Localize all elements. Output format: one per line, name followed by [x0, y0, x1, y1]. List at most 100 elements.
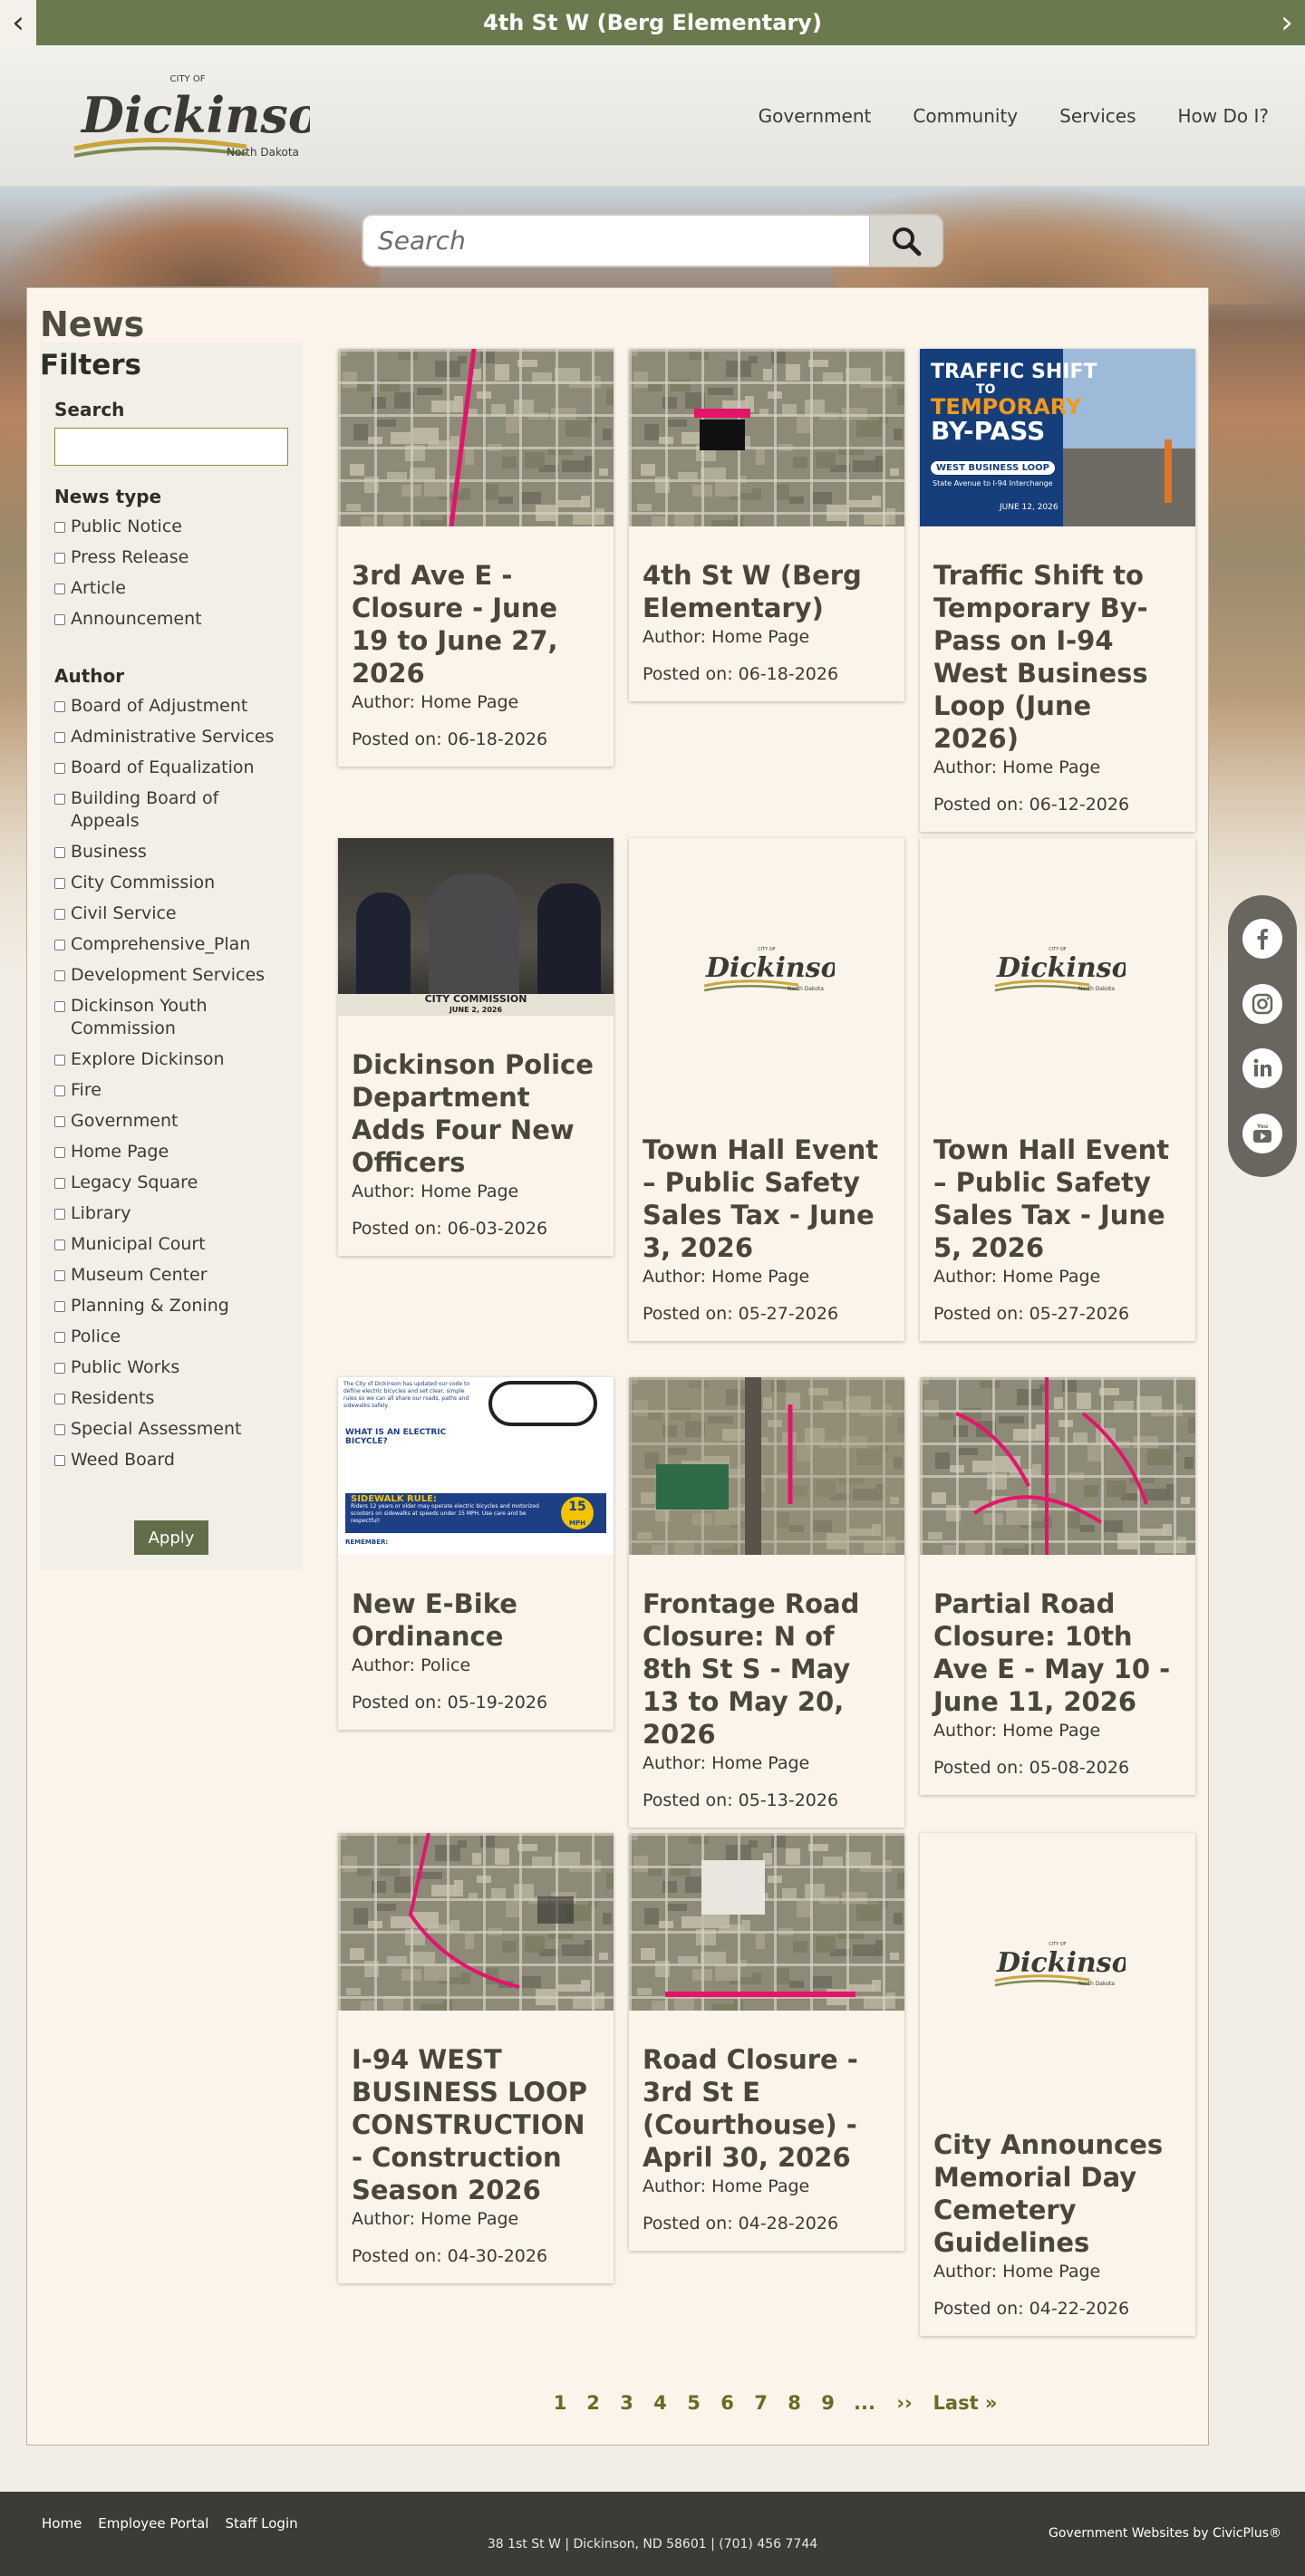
page-link-3[interactable]: 3 [610, 2392, 643, 2414]
news-type-checkbox-row[interactable]: Press Release [54, 546, 292, 569]
author-checkbox[interactable] [54, 1085, 65, 1096]
alert-prev-button[interactable]: ‹ [0, 0, 36, 45]
author-checkbox-row[interactable]: Administrative Services [54, 726, 292, 748]
page-link-9[interactable]: 9 [811, 2392, 845, 2414]
nav-services[interactable]: Services [1059, 105, 1136, 127]
author-checkbox[interactable] [54, 1147, 65, 1158]
news-card-image[interactable]: CITY OFDickinsonNorth Dakota [920, 838, 1195, 1101]
news-card-title[interactable]: Partial Road Closure: 10th Ave E - May 1… [933, 1587, 1182, 1718]
author-checkbox[interactable] [54, 1332, 65, 1343]
author-checkbox-row[interactable]: Fire [54, 1079, 292, 1102]
author-checkbox[interactable] [54, 909, 65, 920]
author-checkbox-row[interactable]: Comprehensive_Plan [54, 933, 292, 956]
author-checkbox[interactable] [54, 1301, 65, 1312]
author-checkbox-row[interactable]: Explore Dickinson [54, 1048, 292, 1071]
footer-credit-link[interactable]: Government Websites by CivicPlus® [1049, 2526, 1281, 2541]
page-link-1[interactable]: 1 [544, 2392, 576, 2414]
author-checkbox-row[interactable]: Museum Center [54, 1264, 292, 1287]
author-checkbox-row[interactable]: Building Board of Appeals [54, 787, 292, 833]
author-checkbox[interactable] [54, 1424, 65, 1435]
news-card-image[interactable] [920, 1377, 1195, 1555]
news-card-title[interactable]: Frontage Road Closure: N of 8th St S - M… [643, 1587, 891, 1751]
author-checkbox-row[interactable]: City Commission [54, 872, 292, 894]
author-checkbox[interactable] [54, 732, 65, 743]
news-card-title[interactable]: Traffic Shift to Temporary By-Pass on I-… [933, 559, 1182, 755]
author-checkbox[interactable] [54, 1116, 65, 1127]
author-checkbox[interactable] [54, 1270, 65, 1281]
news-card-title[interactable]: I-94 WEST BUSINESS LOOP CONSTRUCTION - C… [352, 2043, 600, 2206]
instagram-button[interactable] [1242, 983, 1282, 1024]
author-checkbox-row[interactable]: Civil Service [54, 902, 292, 925]
author-checkbox-row[interactable]: Residents [54, 1387, 292, 1410]
news-card-title[interactable]: New E-Bike Ordinance [352, 1587, 600, 1653]
news-card-image[interactable]: CITY OFDickinsonNorth Dakota [920, 1833, 1195, 2096]
author-checkbox[interactable] [54, 847, 65, 858]
page-last-link[interactable]: Last » [924, 2392, 1006, 2414]
news-type-checkbox[interactable] [54, 553, 65, 564]
news-card-title[interactable]: 3rd Ave E - Closure - June 19 to June 27… [352, 559, 600, 690]
page-link-2[interactable]: 2 [576, 2392, 610, 2414]
author-checkbox-row[interactable]: Business [54, 841, 292, 863]
news-card-image[interactable]: CITY OFDickinsonNorth Dakota [629, 838, 904, 1101]
search-input[interactable] [363, 216, 869, 265]
author-checkbox[interactable] [54, 763, 65, 774]
news-card-title[interactable]: Road Closure - 3rd St E (Courthouse) - A… [643, 2043, 891, 2174]
nav-how-do-i[interactable]: How Do I? [1178, 105, 1270, 127]
nav-government[interactable]: Government [759, 105, 872, 127]
author-checkbox-row[interactable]: Library [54, 1202, 292, 1225]
author-checkbox-row[interactable]: Planning & Zoning [54, 1295, 292, 1317]
news-card-title[interactable]: City Announces Memorial Day Cemetery Gui… [933, 2128, 1182, 2259]
news-type-checkbox[interactable] [54, 614, 65, 625]
footer-staff-login-link[interactable]: Staff Login [225, 2515, 297, 2532]
news-card-image[interactable]: TRAFFIC SHIFT TO TEMPORARY BY-PASS WEST BUSI… [920, 349, 1195, 526]
news-card-image[interactable] [338, 1833, 614, 2011]
author-checkbox-row[interactable]: Legacy Square [54, 1172, 292, 1194]
news-card-title[interactable]: 4th St W (Berg Elementary) [643, 559, 891, 624]
author-checkbox-row[interactable]: Municipal Court [54, 1233, 292, 1256]
author-checkbox[interactable] [54, 701, 65, 712]
news-type-checkbox[interactable] [54, 522, 65, 533]
news-type-checkbox[interactable] [54, 584, 65, 594]
page-link-5[interactable]: 5 [677, 2392, 710, 2414]
author-checkbox[interactable] [54, 1455, 65, 1466]
author-checkbox-row[interactable]: Public Works [54, 1356, 292, 1379]
footer-home-link[interactable]: Home [42, 2515, 82, 2532]
author-checkbox-row[interactable]: Dickinson Youth Commission [54, 995, 292, 1040]
page-link-8[interactable]: 8 [778, 2392, 811, 2414]
news-card-image[interactable] [338, 349, 614, 526]
author-checkbox[interactable] [54, 1394, 65, 1404]
author-checkbox-row[interactable]: Police [54, 1326, 292, 1348]
author-checkbox-row[interactable]: Board of Equalization [54, 757, 292, 779]
page-link-6[interactable]: 6 [710, 2392, 744, 2414]
page-next-link[interactable]: ›› [884, 2392, 924, 2414]
youtube-button[interactable]: You [1242, 1114, 1282, 1154]
news-card-title[interactable]: Town Hall Event – Public Safety Sales Ta… [643, 1134, 891, 1264]
author-checkbox[interactable] [54, 878, 65, 889]
alert-banner[interactable]: 4th St W (Berg Elementary) [0, 0, 1305, 45]
author-checkbox[interactable] [54, 970, 65, 981]
facebook-button[interactable] [1242, 918, 1282, 959]
author-checkbox-row[interactable]: Board of Adjustment [54, 695, 292, 718]
news-type-checkbox-row[interactable]: Article [54, 577, 292, 600]
news-card-image[interactable] [629, 1833, 904, 2011]
news-card-title[interactable]: Town Hall Event – Public Safety Sales Ta… [933, 1134, 1182, 1264]
author-checkbox[interactable] [54, 794, 65, 805]
alert-title[interactable]: 4th St W (Berg Elementary) [483, 10, 822, 35]
author-checkbox[interactable] [54, 1363, 65, 1374]
nav-community[interactable]: Community [913, 105, 1018, 127]
author-checkbox[interactable] [54, 1209, 65, 1220]
news-card-image[interactable]: CITY COMMISSION JUNE 2, 2026 [338, 838, 614, 1016]
page-link-4[interactable]: 4 [643, 2392, 677, 2414]
footer-employee-portal-link[interactable]: Employee Portal [98, 2515, 208, 2532]
author-checkbox[interactable] [54, 1001, 65, 1012]
news-card-title[interactable]: Dickinson Police Department Adds Four Ne… [352, 1048, 600, 1179]
author-checkbox-row[interactable]: Weed Board [54, 1449, 292, 1471]
author-checkbox-row[interactable]: Special Assessment [54, 1418, 292, 1441]
author-checkbox[interactable] [54, 1055, 65, 1066]
author-checkbox[interactable] [54, 1240, 65, 1250]
city-logo[interactable]: CITY OF Dickinson North Dakota [65, 69, 356, 169]
apply-button[interactable]: Apply [134, 1520, 208, 1555]
author-checkbox-row[interactable]: Development Services [54, 964, 292, 987]
news-type-checkbox-row[interactable]: Public Notice [54, 516, 292, 538]
filter-search-input[interactable] [54, 428, 288, 466]
